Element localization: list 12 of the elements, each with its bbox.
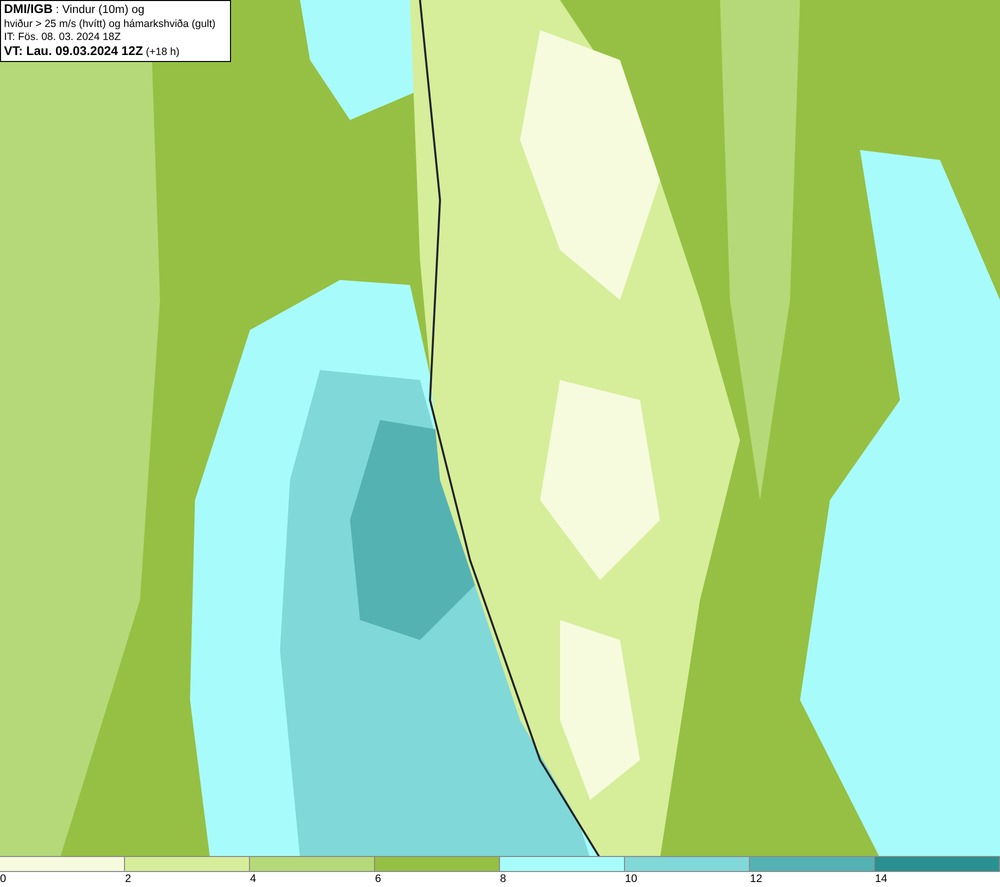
info-text: hviður > 25 m/s (hvítt) og hámarkshviða (gult) bbox=[4, 18, 217, 31]
legend-tick-label: 10 bbox=[625, 872, 638, 887]
info-text: VT: Lau. 09.03.2024 12Z (+18 h) bbox=[4, 44, 180, 59]
legend-tick-label: 4 bbox=[250, 872, 256, 887]
legend-tick-label: 0 bbox=[0, 872, 6, 887]
legend-tick-label: 6 bbox=[375, 872, 382, 887]
legend-tick-label: 2 bbox=[125, 872, 132, 887]
info-text: DMI/IGB : Vindur (10m) og bbox=[4, 3, 146, 18]
legend-tick-label: 14 bbox=[875, 872, 888, 887]
info-text: IT: Fös. 08. 03. 2024 18Z bbox=[4, 31, 122, 44]
legend-tick-label: 8 bbox=[500, 872, 506, 887]
legend-tick-label: 12 bbox=[750, 872, 762, 887]
